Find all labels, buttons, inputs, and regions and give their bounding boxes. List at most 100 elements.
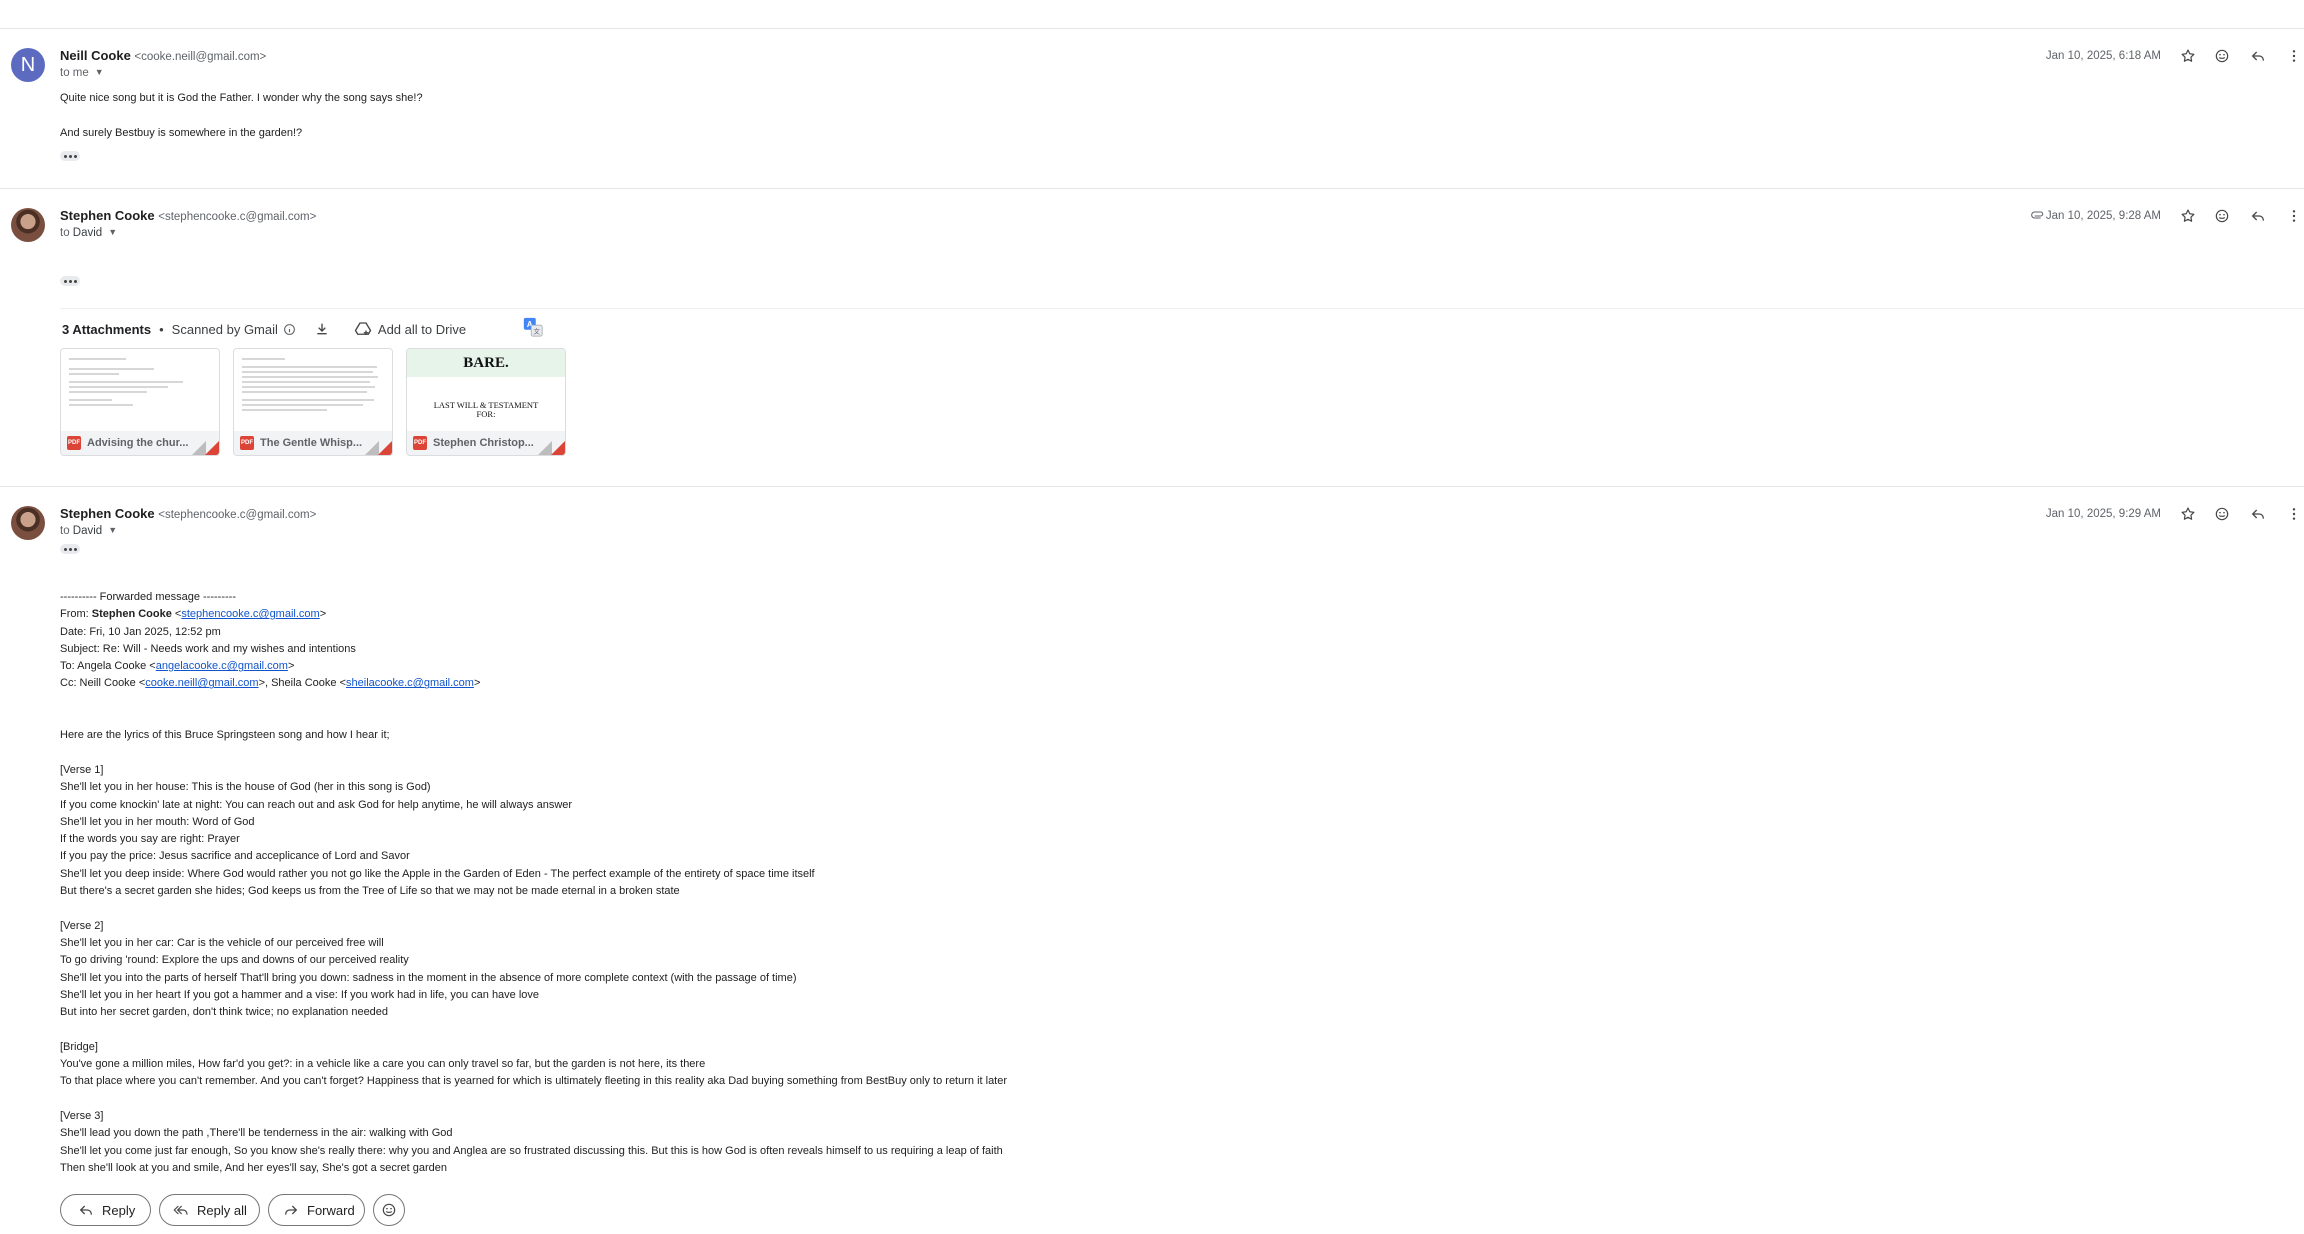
- recipients-toggle[interactable]: to David ▼: [60, 227, 117, 239]
- lyric-line: She'll let you come just far enough, So …: [60, 1144, 1003, 1157]
- reply-icon: [79, 1205, 92, 1215]
- lyric-line: [Verse 2]: [60, 919, 104, 932]
- attachment-card[interactable]: PDF Advising the chur...: [60, 348, 220, 456]
- cc-email-link[interactable]: sheilacooke.c@gmail.com: [346, 677, 474, 689]
- show-trimmed-content-button[interactable]: [60, 276, 80, 286]
- sender-name[interactable]: Stephen Cooke: [60, 208, 155, 223]
- recipient: David: [72, 525, 103, 537]
- avatar[interactable]: [11, 506, 45, 540]
- sender-email: <cooke.neill@gmail.com>: [134, 51, 267, 63]
- to-prefix: to: [60, 525, 70, 537]
- lyric-line: If you pay the price: Jesus sacrifice an…: [60, 850, 410, 863]
- emoji-reaction-button[interactable]: [373, 1194, 405, 1226]
- cc-email-link[interactable]: cooke.neill@gmail.com: [145, 677, 258, 689]
- more-vert-icon[interactable]: [2284, 46, 2304, 66]
- emoji-icon: [382, 1203, 396, 1217]
- attachment-preview: [61, 349, 219, 431]
- attachment-name: Stephen Christop...: [433, 437, 534, 449]
- lyric-line: She'll let you in her heart If you got a…: [60, 988, 540, 1001]
- body-line: Quite nice song but it is God the Father…: [60, 92, 423, 104]
- sender-email: <stephencooke.c@gmail.com>: [158, 211, 317, 223]
- to-prefix: to: [60, 227, 70, 239]
- from-label: From:: [60, 608, 92, 621]
- reply-all-label: Reply all: [197, 1202, 247, 1218]
- sender: Neill Cooke <cooke.neill@gmail.com>: [60, 48, 266, 63]
- add-all-to-drive-button[interactable]: Add all to Drive: [378, 322, 466, 337]
- pdf-icon: PDF: [67, 436, 81, 450]
- forward-label: Forward: [307, 1202, 355, 1218]
- message-date[interactable]: Jan 10, 2025, 9:29 AM: [2046, 508, 2161, 520]
- reply-button[interactable]: Reply: [60, 1194, 151, 1226]
- star-icon[interactable]: [2178, 46, 2198, 66]
- message-date[interactable]: Jan 10, 2025, 9:28 AM: [2046, 210, 2161, 222]
- lyric-line: To that place where you can't remember. …: [60, 1075, 1008, 1088]
- lyric-line: [Bridge]: [60, 1040, 98, 1053]
- sender-name[interactable]: Neill Cooke: [60, 48, 131, 63]
- show-trimmed-content-button[interactable]: [60, 544, 80, 554]
- reply-icon[interactable]: [2248, 206, 2268, 226]
- pdf-corner-icon: [551, 441, 565, 455]
- lyric-line: [Verse 3]: [60, 1109, 104, 1122]
- intro-line: Here are the lyrics of this Bruce Spring…: [60, 729, 390, 742]
- reply-icon[interactable]: [2248, 46, 2268, 66]
- pdf-corner-icon: [378, 441, 392, 455]
- lyric-line: She'll let you into the parts of herself…: [60, 971, 797, 984]
- scanned-label: Scanned by Gmail: [171, 321, 278, 337]
- pdf-corner-icon: [205, 441, 219, 455]
- sender: Stephen Cooke <stephencooke.c@gmail.com>: [60, 208, 316, 223]
- divider: [0, 188, 2304, 189]
- star-icon[interactable]: [2178, 206, 2198, 226]
- sender: Stephen Cooke <stephencooke.c@gmail.com>: [60, 506, 316, 521]
- show-trimmed-content-button[interactable]: [60, 151, 80, 161]
- attachment-card[interactable]: BARE. LAST WILL & TESTAMENT FOR: PDF Ste…: [406, 348, 566, 456]
- translate-icon[interactable]: A文: [522, 316, 544, 338]
- star-icon[interactable]: [2178, 504, 2198, 524]
- emoji-react-icon[interactable]: [2212, 46, 2232, 66]
- preview-title: BARE.: [407, 349, 565, 377]
- attachment-card[interactable]: PDF The Gentle Whisp...: [233, 348, 393, 456]
- lyric-line: To go driving 'round: Explore the ups an…: [60, 954, 409, 967]
- from-email-link[interactable]: stephencooke.c@gmail.com: [181, 608, 319, 620]
- lyric-line: But into her secret garden, don't think …: [60, 1006, 389, 1019]
- lyric-line: Then she'll look at you and smile, And h…: [60, 1161, 448, 1174]
- forward-from: From: Stephen Cooke <stephencooke.c@gmai…: [60, 608, 327, 621]
- to-prefix: to: [60, 67, 70, 79]
- avatar[interactable]: N: [11, 48, 45, 82]
- emoji-react-icon[interactable]: [2212, 504, 2232, 524]
- reply-all-icon: [173, 1205, 188, 1215]
- lyric-line: But there's a secret garden she hides; G…: [60, 885, 680, 898]
- recipients-toggle[interactable]: to David ▼: [60, 525, 117, 537]
- forward-cc: Cc: Neill Cooke <cooke.neill@gmail.com>,…: [60, 677, 481, 690]
- sender-name[interactable]: Stephen Cooke: [60, 506, 155, 521]
- from-name: Stephen Cooke: [91, 608, 172, 621]
- info-icon[interactable]: [283, 323, 296, 336]
- forward-date: Date: Fri, 10 Jan 2025, 12:52 pm: [60, 625, 221, 638]
- download-all-icon[interactable]: [314, 321, 330, 337]
- attachments-header: 3 Attachments • Scanned by Gmail Add all…: [62, 316, 544, 340]
- chevron-down-icon: ▼: [94, 67, 104, 77]
- to-email-link[interactable]: angelacooke.c@gmail.com: [156, 660, 288, 672]
- svg-text:文: 文: [534, 326, 541, 335]
- message-body: Quite nice song but it is God the Father…: [60, 90, 423, 142]
- reply-all-button[interactable]: Reply all: [159, 1194, 260, 1226]
- reply-icon[interactable]: [2248, 504, 2268, 524]
- reply-action-bar: Reply Reply all Forward: [0, 1178, 2304, 1234]
- recipients-toggle[interactable]: to me ▼: [60, 67, 104, 79]
- lyric-line: [60, 900, 1007, 917]
- emoji-react-icon[interactable]: [2212, 206, 2232, 226]
- more-vert-icon[interactable]: [2284, 504, 2304, 524]
- add-to-drive-icon[interactable]: [354, 320, 372, 338]
- forward-button[interactable]: Forward: [268, 1194, 365, 1226]
- message-date[interactable]: Jan 10, 2025, 6:18 AM: [2046, 50, 2161, 62]
- recipient: David: [72, 227, 103, 239]
- more-vert-icon[interactable]: [2284, 206, 2304, 226]
- forward-header: ---------- Forwarded message ---------: [60, 591, 236, 603]
- message-body: ---------- Forwarded message --------- F…: [60, 589, 1007, 1178]
- attachment-preview: [234, 349, 392, 431]
- lyrics-block: [Verse 1] She'll let you in her house: Th…: [60, 762, 1007, 1178]
- avatar[interactable]: [11, 208, 45, 242]
